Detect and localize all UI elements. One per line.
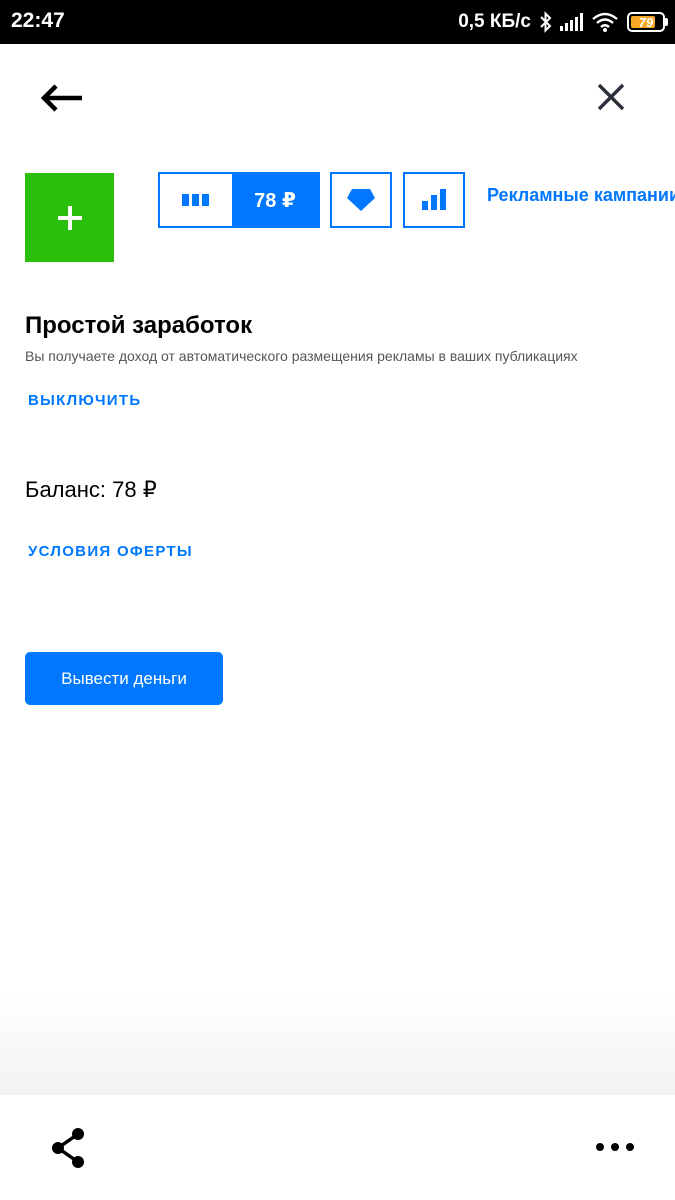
diamond-icon	[347, 189, 375, 211]
share-icon	[52, 1128, 84, 1168]
diamond-button[interactable]	[330, 172, 392, 228]
withdraw-money-button[interactable]: Вывести деньги	[25, 652, 223, 705]
bottom-bar	[0, 1095, 675, 1200]
more-button[interactable]	[594, 1138, 638, 1156]
offer-terms-link[interactable]: УСЛОВИЯ ОФЕРТЫ	[28, 543, 193, 560]
statistics-button[interactable]	[403, 172, 465, 228]
add-publication-button[interactable]	[25, 173, 114, 262]
monetization-segment[interactable]	[160, 174, 232, 226]
battery-level: 79	[638, 14, 654, 30]
blocks-icon	[182, 194, 209, 206]
arrow-left-icon	[40, 84, 82, 112]
ad-campaigns-link[interactable]: Рекламные кампании	[487, 185, 675, 206]
back-button[interactable]	[38, 80, 90, 116]
more-horizontal-icon	[596, 1143, 634, 1151]
close-button[interactable]	[592, 80, 630, 116]
plus-icon	[57, 205, 82, 230]
close-icon	[597, 83, 625, 111]
battery-icon: 79	[627, 12, 668, 32]
bluetooth-icon	[539, 11, 553, 33]
bar-chart-icon	[422, 189, 446, 210]
balance-text: Баланс: 78 ₽	[25, 477, 157, 502]
status-time: 22:47	[11, 9, 65, 32]
monetization-toggle[interactable]: 78 ₽	[158, 172, 320, 228]
disable-button[interactable]: ВЫКЛЮЧИТЬ	[28, 392, 141, 409]
status-icons: 0,5 КБ/с 79	[458, 9, 668, 35]
status-bar: 22:47 0,5 КБ/с 79	[0, 0, 675, 44]
share-button[interactable]	[48, 1126, 90, 1170]
bottom-fade	[0, 995, 675, 1095]
network-speed: 0,5 КБ/с	[458, 11, 531, 32]
signal-icon	[559, 12, 585, 32]
balance-chip[interactable]: 78 ₽	[232, 174, 318, 226]
page-title: Простой заработок	[25, 312, 253, 339]
wifi-icon	[591, 11, 619, 33]
page-description: Вы получаете доход от автоматического ра…	[25, 348, 578, 364]
